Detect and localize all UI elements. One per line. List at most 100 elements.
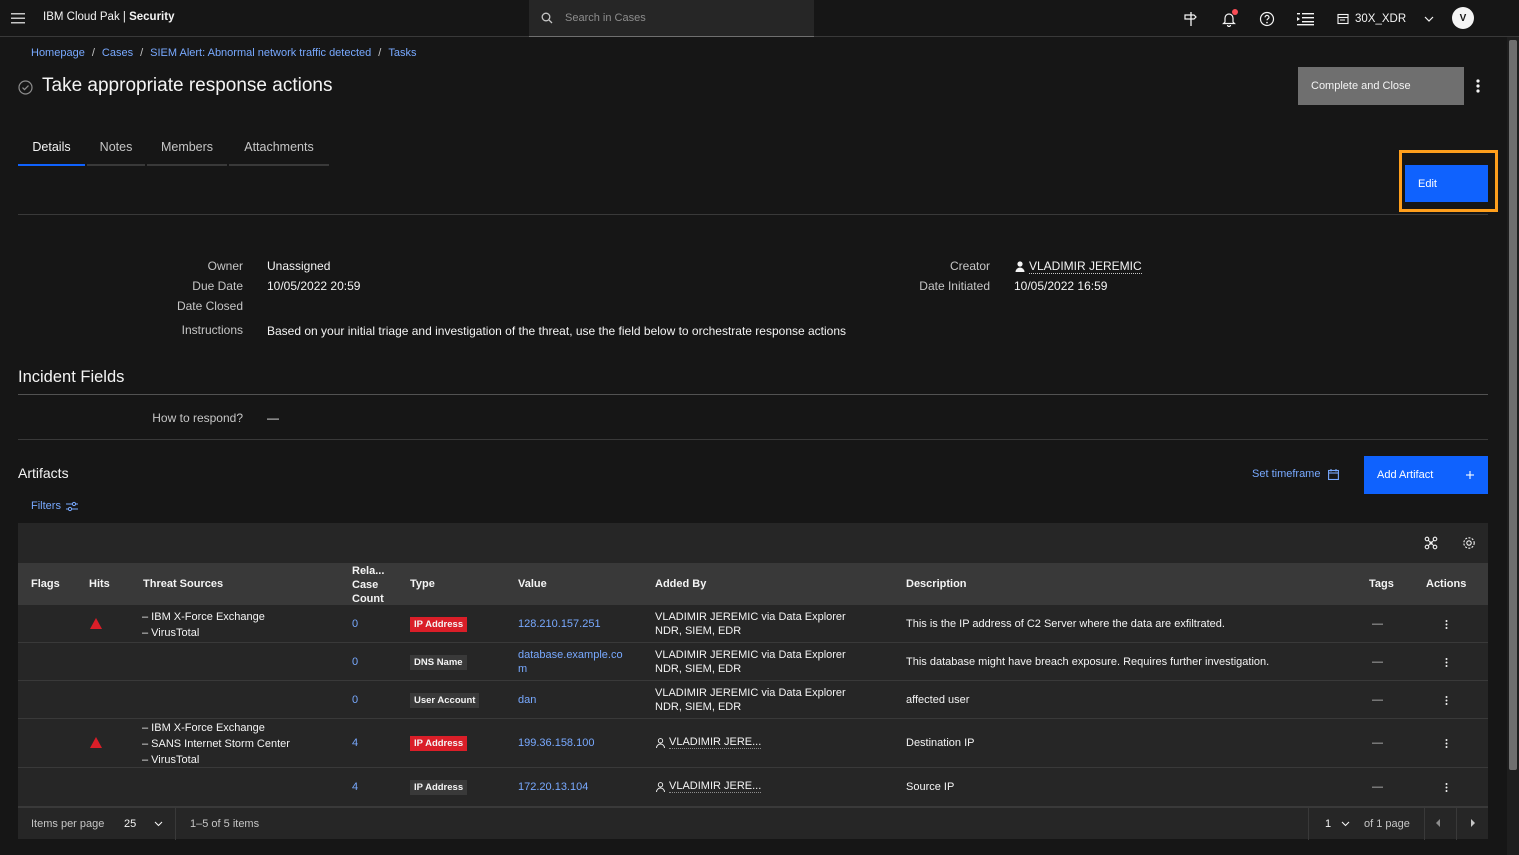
related-case-count[interactable]: 0 [352, 656, 358, 668]
related-case-count[interactable]: 4 [352, 781, 358, 793]
how-to-respond-value: — [267, 411, 279, 425]
tags-value: — [1372, 781, 1383, 793]
added-by: VLADIMIR JEREMIC via Data Explorer NDR, … [655, 611, 846, 637]
switcher-list-icon[interactable] [1294, 8, 1316, 30]
divider [1424, 808, 1425, 840]
breadcrumb-homepage[interactable]: Homepage [31, 47, 85, 59]
row-overflow-menu-icon[interactable] [1439, 780, 1453, 794]
warning-triangle-icon [90, 737, 102, 748]
product-name[interactable]: IBM Cloud Pak | Security [43, 11, 174, 23]
creator-label: Creator [949, 259, 990, 273]
account-switcher[interactable]: 30X_XDR [1337, 8, 1434, 30]
chevron-down-icon [1424, 16, 1434, 22]
column-flags[interactable]: Flags [31, 578, 60, 590]
user-avatar[interactable]: V [1452, 7, 1474, 29]
row-overflow-menu-icon[interactable] [1439, 693, 1453, 707]
threat-sources: – IBM X-Force Exchange – SANS Internet S… [142, 722, 290, 766]
date-initiated-value: 10/05/2022 16:59 [1014, 279, 1108, 293]
description: This is the IP address of C2 Server wher… [906, 618, 1225, 630]
row-overflow-menu-icon[interactable] [1439, 655, 1453, 669]
table-header: Flags Hits Threat Sources Rela... Case C… [18, 563, 1488, 605]
page-select[interactable]: 1 [1325, 818, 1350, 830]
description: Destination IP [906, 737, 975, 749]
artifact-value-link[interactable]: 128.210.157.251 [518, 618, 601, 630]
column-added-by[interactable]: Added By [655, 578, 706, 590]
related-case-count[interactable]: 0 [352, 694, 358, 706]
column-threat-sources[interactable]: Threat Sources [143, 578, 223, 590]
owner-value: Unassigned [267, 259, 331, 273]
instructions-label: Instructions [181, 323, 243, 337]
table-row[interactable]: – IBM X-Force Exchange – VirusTotal 0 IP… [18, 605, 1488, 643]
artifact-value-link[interactable]: database.example.co m [518, 648, 623, 676]
column-type[interactable]: Type [410, 578, 435, 590]
items-per-page-label: Items per page [31, 818, 105, 830]
signpost-icon[interactable] [1180, 8, 1202, 30]
settings-gear-icon[interactable] [1460, 534, 1478, 552]
notification-icon[interactable] [1218, 8, 1240, 30]
scrollbar-thumb[interactable] [1509, 40, 1517, 770]
chevron-down-icon [154, 821, 163, 827]
added-by[interactable]: VLADIMIR JERE... [656, 736, 762, 749]
artifact-value-link[interactable]: dan [518, 694, 536, 706]
of-pages: of 1 page [1364, 818, 1410, 830]
added-by[interactable]: VLADIMIR JERE... [656, 780, 762, 793]
added-by: VLADIMIR JEREMIC via Data Explorer NDR, … [655, 649, 846, 675]
plus-icon [1466, 471, 1474, 479]
table-row[interactable]: – IBM X-Force Exchange – SANS Internet S… [18, 719, 1488, 768]
search-icon [541, 12, 553, 24]
divider [1308, 808, 1309, 840]
notification-badge [1232, 9, 1238, 15]
related-case-count[interactable]: 0 [352, 618, 358, 630]
add-artifact-button[interactable]: Add Artifact [1364, 456, 1488, 494]
breadcrumb-case[interactable]: SIEM Alert: Abnormal network traffic det… [150, 47, 371, 59]
owner-label: Owner [207, 259, 243, 273]
tags-value: — [1372, 656, 1383, 668]
tags-value: — [1372, 694, 1383, 706]
creator-value[interactable]: VLADIMIR JEREMIC [1015, 259, 1142, 274]
tab-members[interactable]: Members [147, 140, 227, 166]
date-initiated-label: Date Initiated [919, 279, 990, 293]
table-row[interactable]: 4 IP Address 172.20.13.104 VLADIMIR JERE… [18, 768, 1488, 807]
type-tag: IP Address [410, 736, 468, 751]
row-overflow-menu-icon[interactable] [1439, 617, 1453, 631]
calendar-icon [1328, 468, 1340, 480]
help-icon[interactable] [1256, 8, 1278, 30]
filters-link[interactable]: Filters [31, 500, 78, 512]
column-related-case-count[interactable]: Rela... Case Count [352, 564, 384, 606]
set-timeframe-link[interactable]: Set timeframe [1252, 468, 1340, 480]
breadcrumb-cases[interactable]: Cases [102, 47, 133, 59]
global-search[interactable] [529, 0, 814, 37]
tab-notes[interactable]: Notes [87, 140, 145, 166]
complete-and-close-button[interactable]: Complete and Close [1298, 67, 1464, 105]
column-description[interactable]: Description [906, 578, 967, 590]
hamburger-menu-icon[interactable] [7, 7, 29, 29]
breadcrumb-tasks[interactable]: Tasks [388, 47, 416, 59]
due-date-value: 10/05/2022 20:59 [267, 279, 361, 293]
overflow-menu-icon[interactable] [1468, 76, 1488, 96]
column-value[interactable]: Value [518, 578, 547, 590]
row-overflow-menu-icon[interactable] [1439, 736, 1453, 750]
tab-attachments[interactable]: Attachments [229, 140, 329, 166]
table-row[interactable]: 0 DNS Name database.example.co m VLADIMI… [18, 643, 1488, 681]
type-tag: IP Address [410, 617, 468, 632]
items-per-page-select[interactable]: 25 [124, 818, 163, 830]
tab-details[interactable]: Details [18, 140, 85, 166]
search-input[interactable] [565, 12, 785, 24]
related-case-count[interactable]: 4 [352, 737, 358, 749]
user-icon [1015, 261, 1025, 272]
previous-page-icon[interactable] [1436, 819, 1441, 827]
next-page-icon[interactable] [1470, 819, 1475, 827]
edit-button[interactable]: Edit [1405, 165, 1488, 202]
column-tags[interactable]: Tags [1369, 578, 1394, 590]
breadcrumb: Homepage / Cases / SIEM Alert: Abnormal … [31, 47, 417, 59]
graph-view-icon[interactable] [1422, 534, 1440, 552]
artifact-value-link[interactable]: 199.36.158.100 [518, 737, 594, 749]
artifacts-title: Artifacts [18, 465, 69, 481]
items-range: 1–5 of 5 items [190, 818, 260, 830]
page-title: Take appropriate response actions [42, 75, 333, 96]
artifact-value-link[interactable]: 172.20.13.104 [518, 781, 588, 793]
table-toolbar [18, 523, 1488, 563]
column-hits[interactable]: Hits [89, 578, 110, 590]
table-row[interactable]: 0 User Account dan VLADIMIR JEREMIC via … [18, 681, 1488, 719]
tags-value: — [1372, 618, 1383, 630]
